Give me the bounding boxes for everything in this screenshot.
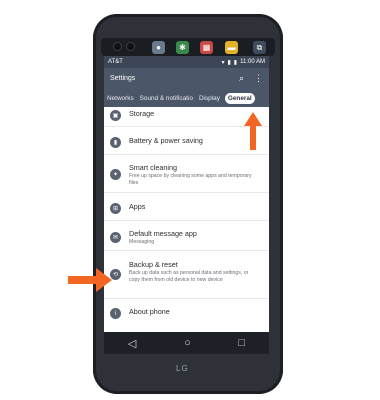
battery-icon: ▮ xyxy=(233,59,238,66)
apps-icon: ⊞ xyxy=(110,203,121,214)
message-icon: ✉ xyxy=(110,232,121,243)
setting-title: Smart cleaning xyxy=(129,163,177,172)
tab-general[interactable]: General xyxy=(224,92,255,104)
setting-subtitle: Messaging xyxy=(129,239,155,245)
home-icon[interactable]: ○ xyxy=(184,337,191,349)
signal-icon: ▮ xyxy=(227,59,231,66)
wifi-icon: ▾ xyxy=(221,59,225,66)
setting-backup-reset[interactable]: ⟲ Backup & reset Back up data such as pe… xyxy=(104,251,269,299)
setting-apps[interactable]: ⊞ Apps xyxy=(104,193,269,221)
pointer-arrow-right xyxy=(68,268,112,292)
app-shortcut-icon[interactable]: ▦ xyxy=(200,41,213,54)
setting-smart-cleaning[interactable]: ✦ Smart cleaning Free up space by cleani… xyxy=(104,155,269,193)
app-shortcut-icon[interactable]: ● xyxy=(152,41,165,54)
recents-icon[interactable]: □ xyxy=(238,337,245,349)
status-bar: AT&T ▾ ▮ ▮ 11:00 AM xyxy=(104,56,269,68)
tab-networks[interactable]: Networks xyxy=(104,95,137,102)
setting-default-message-app[interactable]: ✉ Default message app Messaging xyxy=(104,221,269,251)
tab-sound-notifications[interactable]: Sound & notificatio xyxy=(137,95,196,102)
screen: AT&T ▾ ▮ ▮ 11:00 AM Settings ⌕ ⋮ Network… xyxy=(104,56,269,332)
front-camera xyxy=(114,43,121,50)
setting-title: About phone xyxy=(129,307,170,316)
setting-title: Apps xyxy=(129,202,146,211)
page-title: Settings xyxy=(110,75,136,82)
info-icon: i xyxy=(110,308,121,319)
app-shortcut-icon[interactable]: ▬ xyxy=(225,41,238,54)
carrier-label: AT&T xyxy=(108,59,123,65)
tab-display[interactable]: Display xyxy=(196,95,223,102)
app-shortcut-icon[interactable]: ⧉ xyxy=(253,41,266,54)
setting-subtitle: Free up space by cleaning some apps and … xyxy=(129,173,252,186)
app-bar: Settings ⌕ ⋮ xyxy=(104,68,269,89)
more-vert-icon[interactable]: ⋮ xyxy=(254,73,263,84)
setting-title: Default message app xyxy=(129,229,197,238)
pointer-arrow-up xyxy=(244,112,262,150)
setting-about-phone[interactable]: i About phone xyxy=(104,299,269,323)
storage-icon: ▣ xyxy=(110,110,121,121)
front-camera xyxy=(127,43,134,50)
time-label: 11:00 AM xyxy=(240,59,265,65)
setting-title: Storage xyxy=(129,109,155,118)
brand-logo: LG xyxy=(176,364,189,373)
setting-title: Battery & power saving xyxy=(129,136,203,145)
tab-bar: Networks Sound & notificatio Display Gen… xyxy=(104,89,269,107)
battery-icon: ▮ xyxy=(110,137,121,148)
cleaning-icon: ✦ xyxy=(110,169,121,180)
setting-subtitle: Back up data such as personal data and s… xyxy=(129,270,249,283)
back-icon[interactable]: ◁ xyxy=(128,337,136,350)
navigation-bar: ◁ ○ □ xyxy=(104,332,269,354)
search-icon[interactable]: ⌕ xyxy=(239,73,244,84)
setting-title: Backup & reset xyxy=(129,260,178,269)
app-shortcut-icon[interactable]: ✱ xyxy=(176,41,189,54)
